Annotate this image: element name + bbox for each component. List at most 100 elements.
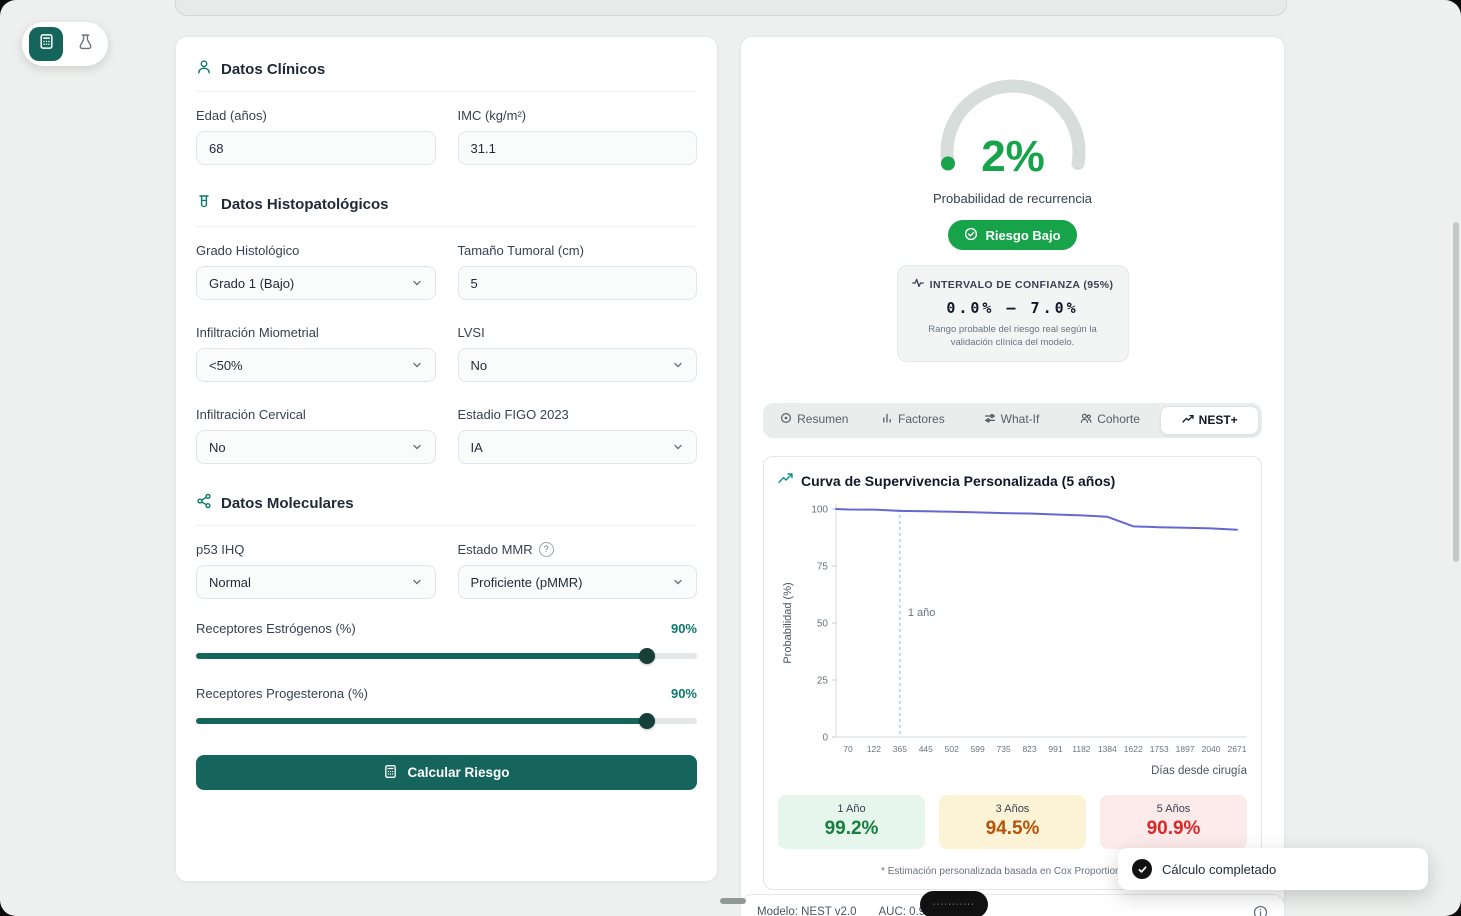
svg-text:Días desde cirugía: Días desde cirugía xyxy=(1151,765,1247,777)
chevron-down-icon xyxy=(411,576,423,588)
miometrial-select[interactable]: <50% xyxy=(196,348,436,382)
tab-factores[interactable]: Factores xyxy=(865,406,962,433)
progesterona-label: Receptores Progesterona (%) xyxy=(196,686,368,701)
risk-level-badge: Riesgo Bajo xyxy=(948,220,1076,250)
scrolled-card-sliver xyxy=(175,0,1287,16)
chevron-down-icon xyxy=(672,441,684,453)
tab-label: Factores xyxy=(898,412,945,426)
risk-gauge: 2% xyxy=(763,67,1262,187)
svg-text:Probabilidad (%): Probabilidad (%) xyxy=(782,582,794,663)
mmr-label: Estado MMR xyxy=(458,542,698,557)
app-page: Datos Clínicos Edad (años) IMC (kg/m²) D… xyxy=(0,0,1461,916)
svg-text:1897: 1897 xyxy=(1176,744,1195,754)
section-title: Datos Moleculares xyxy=(221,495,354,512)
figo-value: IA xyxy=(471,440,483,455)
stat-value: 94.5% xyxy=(939,818,1086,840)
stat-label: 5 Años xyxy=(1100,803,1247,815)
svg-text:1753: 1753 xyxy=(1150,744,1169,754)
grado-value: Grado 1 (Bajo) xyxy=(209,276,294,291)
grado-label: Grado Histológico xyxy=(196,243,436,258)
toast-message: Cálculo completado xyxy=(1162,862,1276,877)
svg-text:1384: 1384 xyxy=(1098,744,1117,754)
dots-text: ··········· xyxy=(933,901,975,908)
page-scrollbar[interactable] xyxy=(1453,222,1459,562)
grado-select[interactable]: Grado 1 (Bajo) xyxy=(196,266,436,300)
results-tab-bar: Resumen Factores What-If Cohorte NEST+ xyxy=(763,403,1262,438)
section-title: Datos Histopatológicos xyxy=(221,196,389,213)
estrogenos-slider[interactable] xyxy=(196,648,697,664)
calculator-icon xyxy=(38,33,55,55)
chevron-down-icon xyxy=(411,441,423,453)
tamano-label: Tamaño Tumoral (cm) xyxy=(458,243,698,258)
activity-icon xyxy=(912,277,924,292)
tamano-input[interactable] xyxy=(458,266,698,300)
calculator-mode-button[interactable] xyxy=(29,27,63,61)
progesterona-value: 90% xyxy=(671,686,697,701)
survival-chart: 0255075100701223654455025997358239911182… xyxy=(778,497,1251,787)
test-tube-icon xyxy=(196,194,212,215)
svg-text:122: 122 xyxy=(867,744,881,754)
miometrial-label: Infiltración Miometrial xyxy=(196,325,436,340)
users-icon xyxy=(1080,412,1092,427)
stat-5-year: 5 Años 90.9% xyxy=(1100,795,1247,849)
lab-mode-button[interactable] xyxy=(69,28,101,60)
svg-text:100: 100 xyxy=(811,504,828,515)
tab-nest[interactable]: NEST+ xyxy=(1160,406,1259,435)
progesterona-slider[interactable] xyxy=(196,713,697,729)
svg-text:2040: 2040 xyxy=(1202,744,1221,754)
tab-label: NEST+ xyxy=(1199,413,1238,427)
check-circle-icon xyxy=(1132,859,1152,879)
calculate-risk-button[interactable]: Calcular Riesgo xyxy=(196,755,697,790)
help-icon[interactable] xyxy=(539,542,554,557)
confidence-interval-box: INTERVALO DE CONFIANZA (95%) 0.0% — 7.0%… xyxy=(897,265,1129,362)
risk-badge-label: Riesgo Bajo xyxy=(985,228,1060,243)
trending-up-icon xyxy=(1182,413,1194,428)
model-info-bar: Modelo: NEST v2.0 AUC: 0.9 xyxy=(740,894,1285,916)
svg-text:70: 70 xyxy=(843,744,853,754)
stat-label: 1 Año xyxy=(778,803,925,815)
tab-label: What-If xyxy=(1001,412,1040,426)
slider-thumb[interactable] xyxy=(639,648,655,664)
scroll-handle xyxy=(720,898,746,904)
risk-caption: Probabilidad de recurrencia xyxy=(763,191,1262,206)
chevron-down-icon xyxy=(411,359,423,371)
section-histopathology: Datos Histopatológicos xyxy=(196,194,697,227)
svg-text:1182: 1182 xyxy=(1072,744,1091,754)
model-auc: AUC: 0.9 xyxy=(879,906,926,916)
p53-select[interactable]: Normal xyxy=(196,565,436,599)
dots-indicator-pill: ··········· xyxy=(920,891,988,916)
lvsi-select[interactable]: No xyxy=(458,348,698,382)
slider-fill xyxy=(196,653,647,659)
info-icon[interactable] xyxy=(1253,905,1268,916)
svg-text:75: 75 xyxy=(817,561,829,572)
molecule-icon xyxy=(196,493,212,514)
calculate-risk-label: Calcular Riesgo xyxy=(407,765,509,780)
confidence-title: INTERVALO DE CONFIANZA (95%) xyxy=(930,279,1114,291)
svg-text:599: 599 xyxy=(971,744,985,754)
model-version: Modelo: NEST v2.0 xyxy=(757,906,857,916)
svg-text:25: 25 xyxy=(817,675,829,686)
edad-label: Edad (años) xyxy=(196,108,436,123)
tab-whatif[interactable]: What-If xyxy=(963,406,1060,433)
figo-select[interactable]: IA xyxy=(458,430,698,464)
slider-fill xyxy=(196,718,647,724)
p53-label: p53 IHQ xyxy=(196,542,436,557)
stat-3-year: 3 Años 94.5% xyxy=(939,795,1086,849)
tab-label: Cohorte xyxy=(1097,412,1140,426)
section-title: Datos Clínicos xyxy=(221,61,325,78)
mmr-select[interactable]: Proficiente (pMMR) xyxy=(458,565,698,599)
edad-input[interactable] xyxy=(196,131,436,165)
cervical-value: No xyxy=(209,440,226,455)
flask-icon xyxy=(77,33,94,55)
imc-input[interactable] xyxy=(458,131,698,165)
slider-thumb[interactable] xyxy=(639,713,655,729)
svg-text:0: 0 xyxy=(822,732,828,743)
cervical-select[interactable]: No xyxy=(196,430,436,464)
tab-resumen[interactable]: Resumen xyxy=(766,406,863,433)
tab-cohorte[interactable]: Cohorte xyxy=(1062,406,1159,433)
section-clinical: Datos Clínicos xyxy=(196,59,697,92)
imc-label: IMC (kg/m²) xyxy=(458,108,698,123)
cervical-label: Infiltración Cervical xyxy=(196,407,436,422)
svg-text:502: 502 xyxy=(945,744,959,754)
stat-value: 99.2% xyxy=(778,818,925,840)
